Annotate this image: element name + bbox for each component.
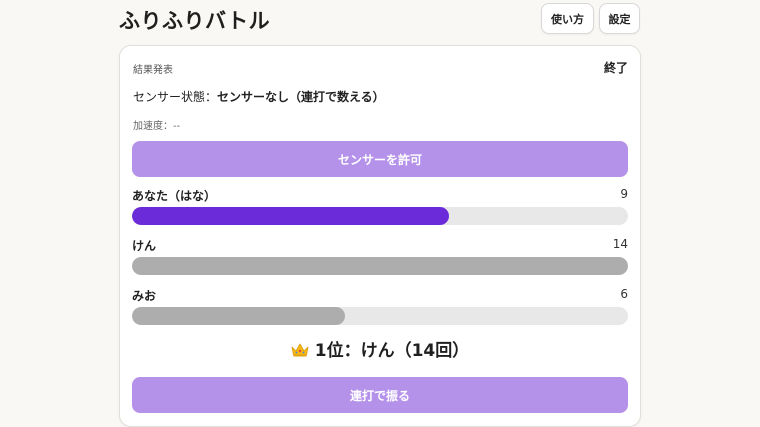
app: ふりふりバトル 使い方 設定 結果発表 終了 センサー状態：センサーなし（連打で… (119, 0, 641, 427)
player-count: 6 (620, 287, 628, 301)
player-name: みお (132, 289, 157, 303)
app-title: ふりふりバトル (119, 9, 271, 33)
allow-sensor-button[interactable]: センサーを許可 (132, 141, 628, 177)
acceleration-readout: 加速度：-- (133, 121, 181, 132)
crown-icon (291, 343, 309, 357)
player-row: あなた（はな） 9 (132, 187, 628, 227)
player-count: 9 (620, 187, 628, 201)
sensor-status: センサー状態：センサーなし（連打で数える） (133, 88, 385, 105)
help-button[interactable]: 使い方 (541, 3, 594, 34)
progress-track (132, 207, 628, 225)
winner-text: 1位：けん（14回） (314, 341, 470, 361)
sensor-status-value: センサーなし（連打で数える） (217, 90, 385, 104)
player-row: みお 6 (132, 287, 628, 327)
player-count: 14 (612, 237, 628, 251)
player-row: けん 14 (132, 237, 628, 277)
player-name: けん (132, 239, 157, 253)
progress-fill (132, 307, 346, 325)
progress-track (132, 307, 628, 325)
result-card: 結果発表 終了 センサー状態：センサーなし（連打で数える） 加速度：-- センサ… (119, 45, 641, 427)
sensor-status-label: センサー状態： (133, 90, 218, 104)
phase-status: 終了 (603, 61, 628, 75)
progress-fill (132, 207, 450, 225)
progress-track (132, 257, 628, 275)
settings-button[interactable]: 設定 (599, 3, 640, 34)
player-name: あなた（はな） (132, 189, 217, 203)
progress-fill (132, 257, 628, 275)
tap-shake-button[interactable]: 連打で振る (132, 377, 628, 413)
header: ふりふりバトル 使い方 設定 (119, 0, 641, 40)
phase-label: 結果発表 (133, 65, 173, 76)
winner-announcement: 1位：けん（14回） (120, 336, 640, 361)
